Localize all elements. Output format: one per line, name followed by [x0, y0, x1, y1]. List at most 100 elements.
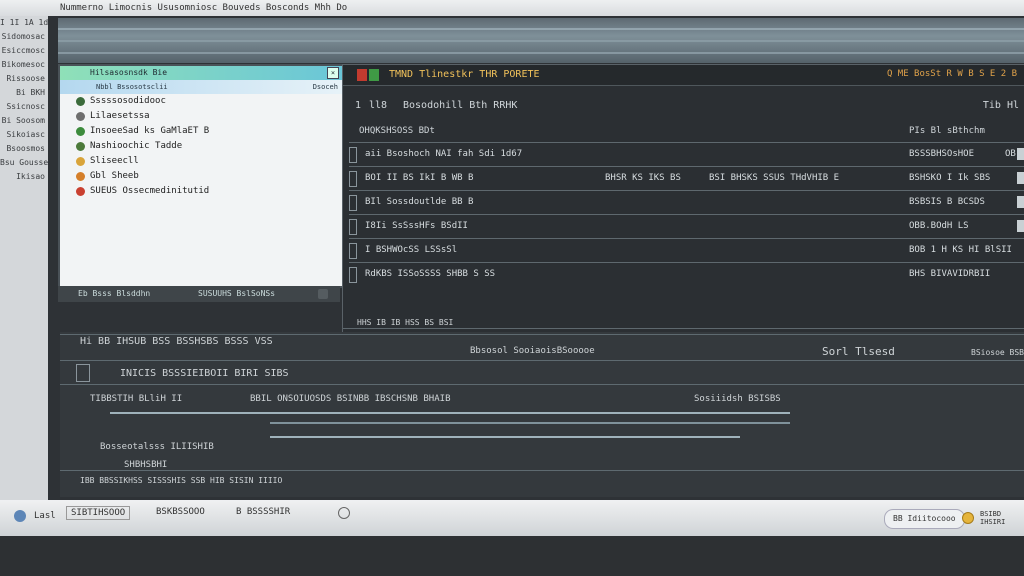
divider [60, 334, 1024, 335]
sidebar-item[interactable]: Bsoosmos [0, 142, 48, 156]
list-item[interactable]: Lilaesetssa [60, 109, 342, 124]
scrollbar-thumb[interactable] [1017, 172, 1024, 184]
table-row[interactable]: BOI II BS IkI B WB B BHSR KS IKS BS BSI BH… [349, 166, 1024, 189]
table-row[interactable]: BIl Sossdoutlde BB B BSBSIS B BCSDS [349, 190, 1024, 213]
lower-row2: INICIS BSSSIEIBOII BIRI SIBS [120, 368, 289, 379]
list-item[interactable]: Sliseecll [60, 154, 342, 169]
sub-number: 1 [355, 100, 362, 111]
sidebar-item[interactable]: Ssicnosc [0, 100, 48, 114]
sub-label: Bosodohill Bth RRHK [403, 100, 518, 111]
list-item[interactable]: Sssssosodidooc [60, 94, 342, 109]
list-window: Hilsasosnsdk Bie × Nbbl Bssosotsclii Dso… [58, 64, 344, 288]
lower-row1-far: BSiosoe BSB [971, 348, 1024, 357]
table-row[interactable]: aii Bsoshoch NAI fah Sdi 1d67 BSSSBHSOsHO… [349, 142, 1024, 165]
main-window-title: TMND Tlinestkr THR PORETE [389, 69, 540, 80]
lower-row1-mid: Bbsosol SooiaoisBSooooe [470, 346, 595, 356]
scrollbar-thumb[interactable] [1017, 220, 1024, 232]
table-cell: OBB.BOdH LS [909, 221, 969, 231]
column-header-right[interactable]: PIs Bl sBthchm [909, 126, 985, 136]
leaf-icon [76, 157, 85, 166]
sidebar-item[interactable]: Esiccmosc [0, 44, 48, 58]
column-header-left[interactable]: OHQKSHSOSS BDt [359, 126, 435, 136]
divider [60, 360, 1024, 361]
row-checkbox[interactable] [349, 171, 357, 187]
list-subheader-left: Nbbl Bssosotsclii [96, 83, 168, 91]
sidebar-item[interactable]: Sidomosac [0, 30, 48, 44]
settings-icon[interactable] [318, 289, 328, 299]
close-icon[interactable]: × [327, 67, 339, 79]
red-tag-icon [357, 69, 367, 81]
divider [60, 470, 1024, 471]
sidebar-item[interactable]: Bikomesoc [0, 58, 48, 72]
table-row[interactable]: I8Ii SsSssHFs BSdII OBB.BOdH LS [349, 214, 1024, 237]
scrollbar-thumb[interactable] [1017, 196, 1024, 208]
lower-row1-left: Hi BB IHSUB BSS BSSHSBS BSSS VSS [80, 336, 273, 347]
tray-text: BSIBD IHSIRI [980, 510, 1006, 526]
list-subheader: Nbbl Bssosotsclii Dsoceh [60, 80, 342, 94]
tray-text: BB Idiitocooo [893, 514, 956, 523]
list-items: Sssssosodidooc Lilaesetssa InsoeeSad ks Ga… [60, 94, 342, 199]
list-item[interactable]: Nashioochic Tadde [60, 139, 342, 154]
table-cell: I BSHWOcSS LSSsSl [365, 245, 458, 255]
table-cell: BSSSBHSOsHOE [909, 149, 975, 159]
search-icon[interactable] [338, 507, 350, 519]
toolbar-divider [58, 52, 1024, 54]
table-row[interactable]: I BSHWOcSS LSSsSl BOB 1 H KS HI BlSII [349, 238, 1024, 261]
list-subheader-right: Dsoceh [312, 83, 338, 91]
progress-track [110, 412, 790, 414]
list-item[interactable]: Gbl Sheeb [60, 169, 342, 184]
row-checkbox[interactable] [349, 195, 357, 211]
list-item-label: Sliseecll [90, 156, 139, 166]
main-footer: HHS IB IB HSS BS BSI [357, 318, 454, 327]
taskbar-item[interactable]: Lasl [34, 511, 56, 521]
row-checkbox[interactable] [349, 219, 357, 235]
notification-icon[interactable] [962, 512, 974, 524]
sidebar-item[interactable]: Bi Soosom [0, 114, 48, 128]
table-cell: BHSR KS IKS BS [605, 173, 681, 183]
table-cell: BSBSIS B BCSDS [909, 197, 985, 207]
list-window-header: Hilsasosnsdk Bie × [60, 66, 342, 80]
row-checkbox[interactable] [349, 147, 357, 163]
lower-row3-left: TIBBSTIH BLliH II [90, 394, 183, 404]
taskbar-item[interactable]: B BSSSSHIR [236, 507, 290, 517]
start-icon[interactable] [14, 510, 26, 522]
taskbar-item[interactable]: SIBTIHSOOO [66, 506, 131, 520]
table-cell: BOB 1 H KS HI BlSII [909, 245, 1012, 255]
sidebar-item[interactable]: Sikoiasc [0, 128, 48, 142]
list-footer: Eb Bsss Blsddhn SUSUUHS BslSoNSs [58, 286, 340, 302]
leaf-icon [76, 172, 85, 181]
row-checkbox[interactable] [349, 267, 357, 283]
list-item-label: SUEUS Ossecmedinitutid [90, 186, 210, 196]
title-bar: Nummerno Limocnis Ususomniosc Bouveds Bo… [0, 0, 1024, 16]
lower-row1-right: Sorl Tlsesd [822, 345, 895, 358]
leaf-icon [76, 187, 85, 196]
list-item[interactable]: SUEUS Ossecmedinitutid [60, 184, 342, 199]
list-item-label: InsoeeSad ks GaMlaET B [90, 126, 210, 136]
lower-row4: Bosseotalsss ILIISHIB [100, 442, 214, 452]
sidebar-item[interactable]: Bi BKH [0, 86, 48, 100]
sub-hash: ll8 [369, 100, 388, 111]
table-cell: I8Ii SsSssHFs BSdII [365, 221, 468, 231]
toolbar-icons[interactable]: Q ME BosSt R W B S E 2 B [887, 69, 1017, 79]
sidebar-item[interactable]: Ikisao [0, 170, 48, 184]
checkbox[interactable] [76, 364, 90, 382]
lower-panel: Hi BB IHSUB BSS BSSHSBS BSSS VSS Bbsosol… [60, 332, 1024, 497]
table-cell: BHS BIVAVIDRBII [909, 269, 991, 279]
tray-pill[interactable]: BB Idiitocooo [884, 509, 965, 529]
toolbar-divider [58, 40, 1024, 42]
scrollbar-thumb[interactable] [1017, 148, 1024, 160]
leaf-icon [76, 127, 85, 136]
lower-row3-mid: BBIL ONSOIUOSDS BSINBB IBSCHSNB BHAIB [250, 394, 451, 404]
taskbar-item[interactable]: BSKBSSOOO [156, 507, 205, 517]
sidebar-item[interactable]: I 1I 1A 1ds [0, 16, 48, 30]
progress-track [270, 436, 740, 438]
sidebar-item[interactable]: Bsu Gousse [0, 156, 48, 170]
list-item-label: Nashioochic Tadde [90, 141, 183, 151]
background-toolbar [58, 18, 1024, 63]
row-checkbox[interactable] [349, 243, 357, 259]
list-item[interactable]: InsoeeSad ks GaMlaET B [60, 124, 342, 139]
sidebar-item[interactable]: Rissoose [0, 72, 48, 86]
title-text: Nummerno Limocnis Ususomniosc Bouveds Bo… [60, 3, 348, 13]
table-row[interactable]: RdKBS ISSoSSSS SHBB S SS BHS BIVAVIDRBII [349, 262, 1024, 285]
main-window-header: TMND Tlinestkr THR PORETE Q ME BosSt R W… [343, 65, 1024, 86]
